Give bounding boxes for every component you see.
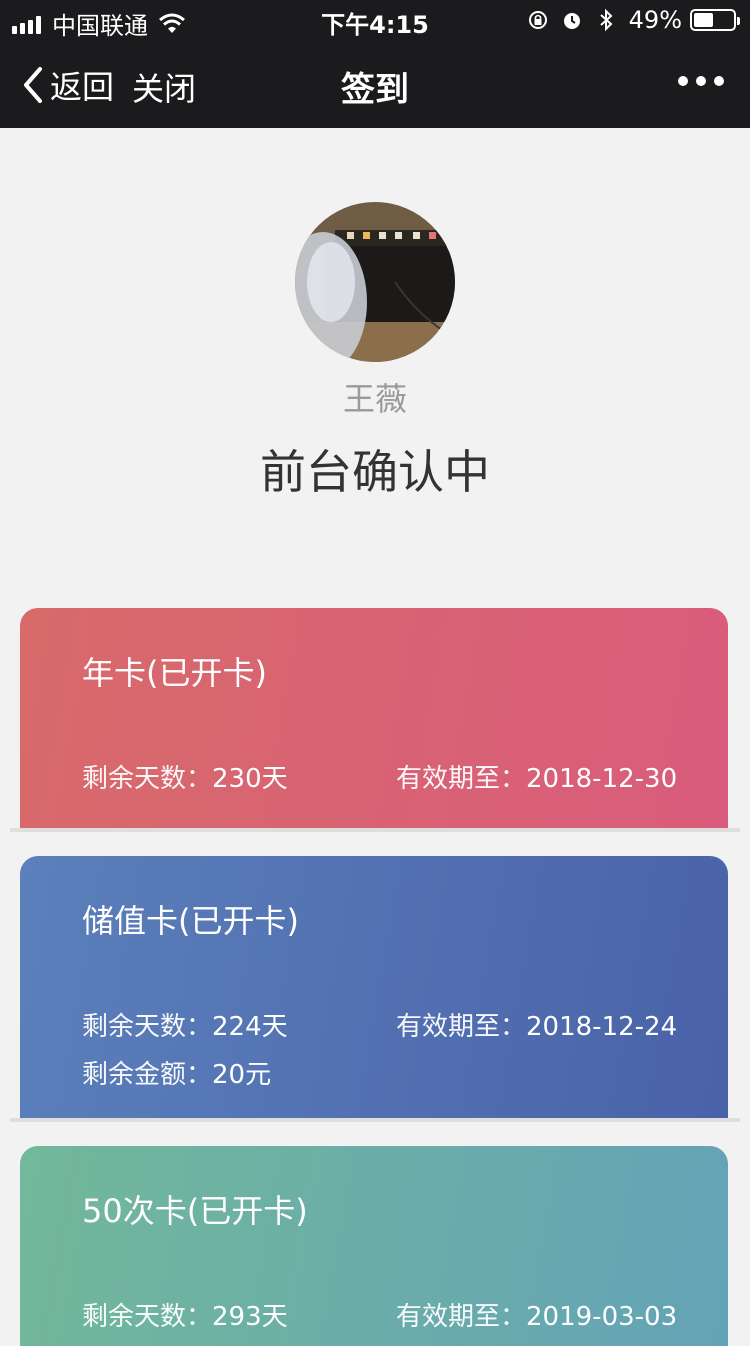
remaining-days-row: 剩余天数：293天 [82,1296,288,1333]
valid-until-label: 有效期至： [396,764,527,794]
membership-card-50-visits[interactable]: 50次卡(已开卡) 剩余天数：293天 有效期至：2019-03-03 [20,1146,728,1346]
avatar-photo [295,202,455,362]
card-divider [10,1118,740,1122]
back-label: 返回 [50,68,115,106]
membership-card-annual[interactable]: 年卡(已开卡) 剩余天数：230天 有效期至：2018-12-30 [20,608,728,828]
remaining-days-value: 230天 [212,764,288,794]
chevron-left-icon [24,67,42,103]
remaining-days-row: 剩余天数：230天 [82,758,288,795]
membership-card-stored-value[interactable]: 储值卡(已开卡) 剩余天数：224天 有效期至：2018-12-24 剩余金额：… [20,856,728,1118]
valid-until-label: 有效期至： [396,1012,527,1042]
nav-bar: 返回 关闭 签到 [0,40,750,128]
balance-value: 20元 [212,1060,272,1090]
valid-until-label: 有效期至： [396,1302,527,1332]
remaining-days-value: 224天 [212,1012,288,1042]
battery-percent: 49% [628,6,682,34]
remaining-days-value: 293天 [212,1302,288,1332]
card-divider [10,828,740,832]
status-bar: 中国联通 下午4:15 49% [0,0,750,40]
valid-until-row: 有效期至：2018-12-24 [396,1006,677,1043]
remaining-days-label: 剩余天数： [82,764,213,794]
alarm-icon [563,13,580,29]
valid-until-row: 有效期至：2018-12-30 [396,758,677,795]
rotation-lock-icon [528,11,547,29]
remaining-days-row: 剩余天数：224天 [82,1006,288,1043]
valid-until-value: 2019-03-03 [526,1302,678,1332]
valid-until-value: 2018-12-30 [526,764,678,794]
valid-until-value: 2018-12-24 [526,1012,678,1042]
balance-label: 剩余金额： [82,1060,213,1090]
card-title: 储值卡(已开卡) [82,902,299,940]
avatar [295,202,455,362]
balance-row: 剩余金额：20元 [82,1054,271,1091]
back-button[interactable]: 返回 [20,62,114,108]
battery-icon [690,9,740,31]
valid-until-row: 有效期至：2019-03-03 [396,1296,677,1333]
remaining-days-label: 剩余天数： [82,1302,213,1332]
more-dots-icon[interactable] [670,76,724,86]
user-name: 王薇 [342,380,407,418]
battery-fill [694,13,713,27]
close-button[interactable]: 关闭 [132,64,196,110]
remaining-days-label: 剩余天数： [82,1012,213,1042]
bluetooth-icon [599,9,613,31]
card-title: 50次卡(已开卡) [82,1192,308,1230]
card-title: 年卡(已开卡) [82,654,267,692]
checkin-status: 前台确认中 [260,445,490,499]
